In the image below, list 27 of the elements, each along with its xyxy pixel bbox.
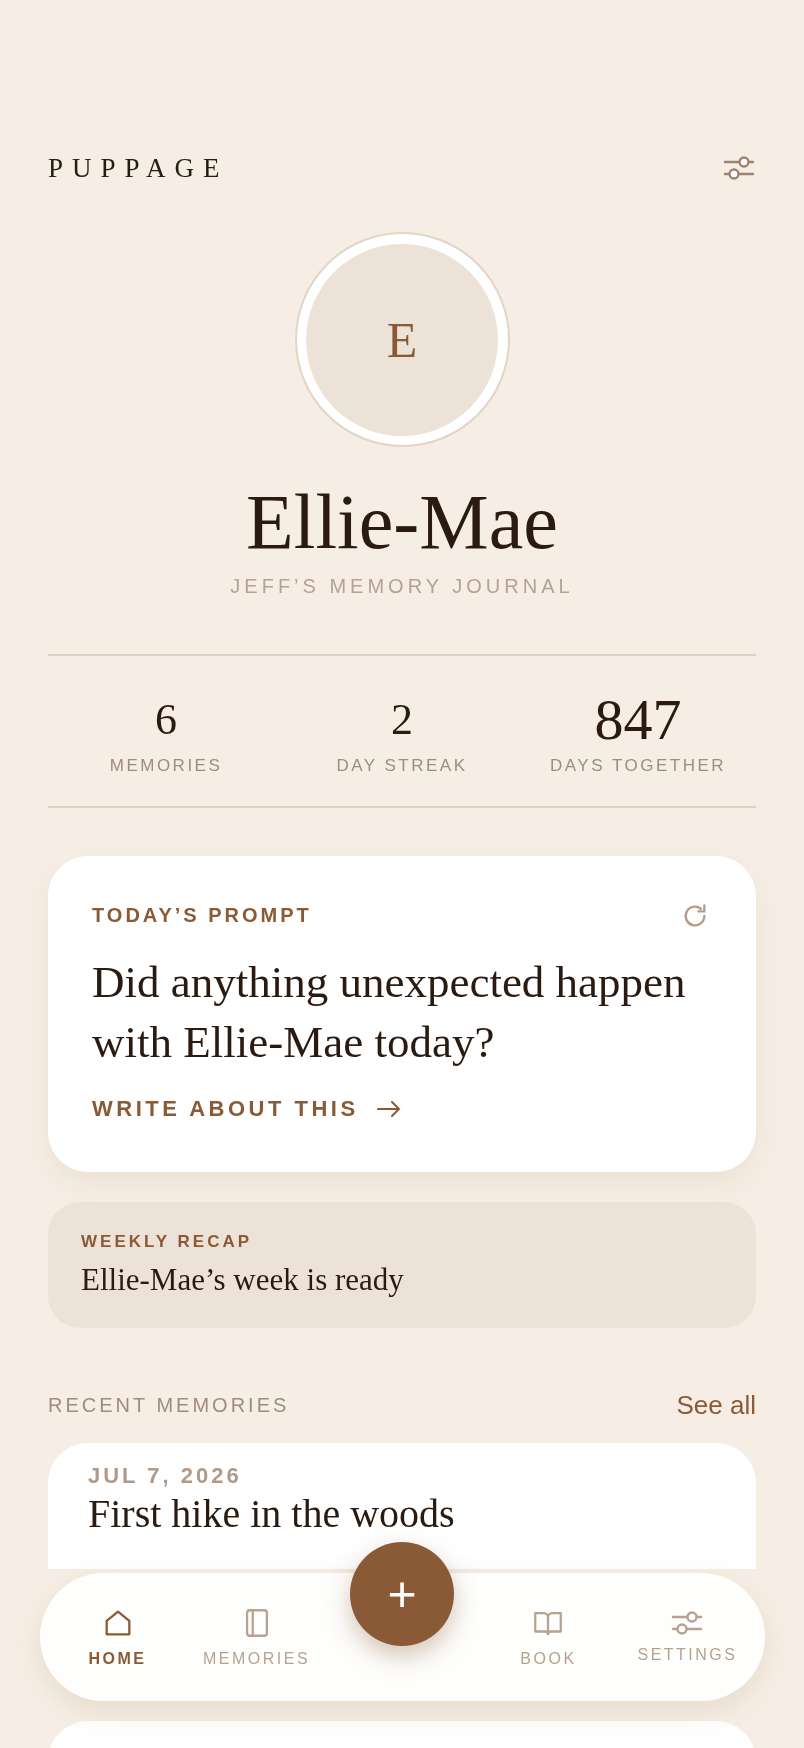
refresh-icon bbox=[681, 901, 709, 930]
filter-button[interactable] bbox=[722, 154, 756, 182]
avatar: E bbox=[294, 232, 510, 447]
stat-label: DAYS TOGETHER bbox=[549, 755, 727, 776]
see-all-link[interactable]: See all bbox=[676, 1389, 756, 1421]
recap-card[interactable]: WEEKLY RECAP Ellie-Mae’s week is ready bbox=[48, 1201, 756, 1328]
nav-tab[interactable]: HOME bbox=[48, 1600, 187, 1674]
arrow-icon bbox=[376, 1100, 401, 1117]
stat-value: 847 bbox=[594, 689, 682, 750]
stat-value: 2 bbox=[391, 693, 413, 746]
settings-icon bbox=[671, 1610, 704, 1636]
memory-date: JUL 7, 2026 bbox=[88, 1462, 243, 1489]
recap-title: Ellie-Mae’s week is ready bbox=[81, 1261, 405, 1298]
journal-subtitle: JEFF’S MEMORY JOURNAL bbox=[230, 574, 574, 598]
section-heading: RECENT MEMORIES bbox=[48, 1393, 290, 1417]
write-link[interactable]: WRITE ABOUT THIS bbox=[92, 1095, 401, 1122]
stat-label: MEMORIES bbox=[109, 755, 223, 776]
memory-card[interactable]: JUL 7, 2026 First hike in the woods bbox=[48, 1442, 756, 1569]
pet-name: Ellie-Mae bbox=[246, 479, 558, 565]
prompt-question: Did anything unexpected happen with Ellie-Mae today? bbox=[92, 955, 687, 1069]
brand-logo: PUPPAGE bbox=[48, 152, 229, 184]
sliders-icon bbox=[723, 155, 755, 181]
recap-label: WEEKLY RECAP bbox=[81, 1231, 254, 1252]
memory-title: First hike in the woods bbox=[88, 1492, 456, 1535]
stat-label: DAY STREAK bbox=[336, 755, 468, 776]
stat-value: 6 bbox=[155, 693, 177, 746]
prompt-label: TODAY’S PROMPT bbox=[92, 904, 312, 928]
